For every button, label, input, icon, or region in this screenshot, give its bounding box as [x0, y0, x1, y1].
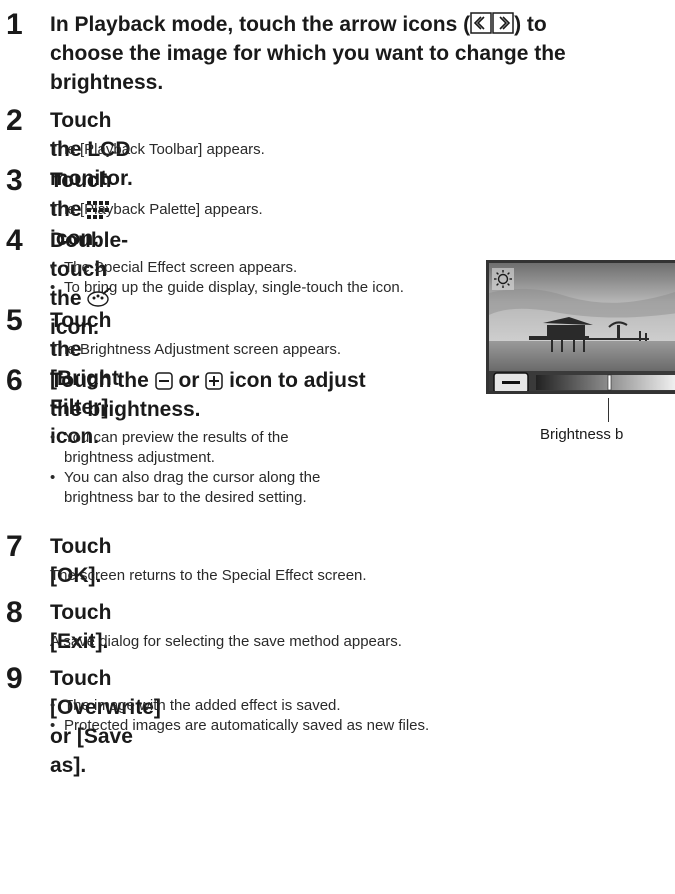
step-description: The [Playback Toolbar] appears.	[50, 141, 265, 158]
list-item: Protected images are automatically saved…	[50, 716, 660, 736]
step-heading: In Playback mode, touch the arrow icons …	[50, 12, 566, 94]
step-description: The screen returns to the Special Effect…	[50, 567, 367, 584]
list-item: You can also drag the cursor along the	[50, 468, 470, 488]
left-arrow-icon	[470, 12, 514, 34]
figure-caption: Brightness b	[540, 426, 624, 443]
step-description: The [Playback Palette] appears.	[50, 201, 263, 218]
step-number: 8	[6, 596, 23, 629]
list-item: You can preview the results of the	[50, 428, 470, 448]
step-number: 1	[6, 8, 23, 41]
step-bullets: You can preview the results of the brigh…	[50, 428, 470, 508]
step-number: 2	[6, 104, 23, 137]
step-bullets: The image with the added effect is saved…	[50, 696, 660, 736]
brightness-bar[interactable]	[536, 375, 675, 390]
brightness-cursor[interactable]	[607, 374, 612, 391]
step-description: The Brightness Adjustment screen appears…	[50, 341, 341, 358]
list-item-continuation: brightness bar to the desired setting.	[64, 489, 307, 506]
step-number: 7	[6, 530, 23, 563]
brightness-preview-image	[486, 260, 675, 394]
step-number: 6	[6, 364, 23, 397]
step-number: 5	[6, 304, 23, 337]
plus-icon	[205, 372, 224, 390]
preview-photo	[489, 263, 675, 393]
list-item-continuation: brightness adjustment.	[64, 449, 215, 466]
list-item: The image with the added effect is saved…	[50, 696, 660, 716]
step-description: A save dialog for selecting the save met…	[50, 633, 402, 650]
step-number: 9	[6, 662, 23, 695]
step-heading: Touch the or icon to adjust the brightne…	[50, 369, 366, 421]
step-number: 4	[6, 224, 23, 257]
minus-icon	[154, 372, 173, 390]
brightness-minus-button[interactable]	[493, 372, 529, 393]
caption-leader-line	[608, 398, 609, 422]
step-number: 3	[6, 164, 23, 197]
